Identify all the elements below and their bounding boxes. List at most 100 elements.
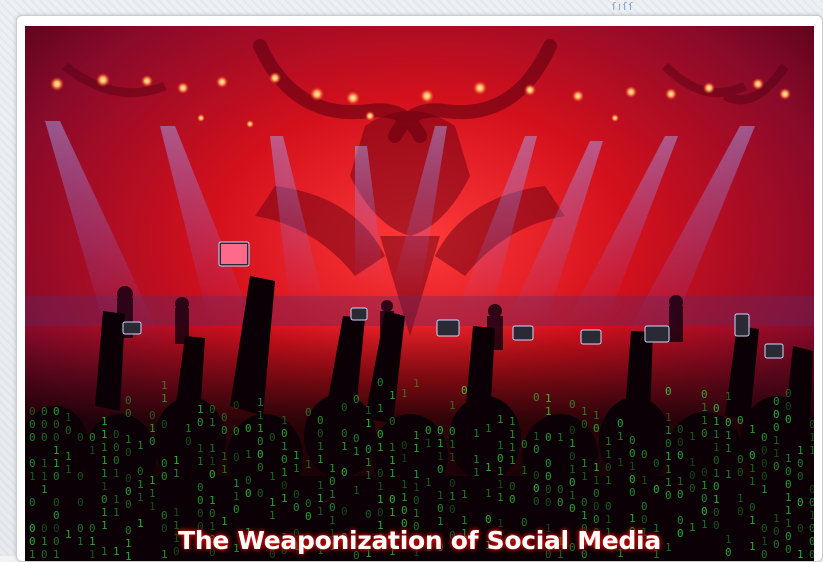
svg-text:0: 0 — [701, 492, 708, 505]
svg-text:0: 0 — [77, 470, 84, 483]
svg-text:1: 1 — [629, 512, 636, 525]
svg-text:1: 1 — [509, 428, 516, 441]
svg-text:1: 1 — [809, 444, 814, 457]
svg-text:0: 0 — [737, 453, 744, 466]
svg-text:1: 1 — [569, 463, 576, 476]
svg-text:0: 0 — [701, 466, 708, 479]
svg-text:0: 0 — [53, 470, 60, 483]
svg-text:0: 0 — [605, 500, 612, 513]
svg-text:0: 0 — [29, 496, 36, 509]
svg-text:1: 1 — [725, 468, 732, 481]
svg-text:1: 1 — [701, 401, 708, 414]
svg-text:0: 0 — [665, 437, 672, 450]
svg-text:1: 1 — [773, 447, 780, 460]
svg-text:0: 0 — [545, 470, 552, 483]
svg-text:0: 0 — [629, 486, 636, 499]
svg-text:1: 1 — [509, 441, 516, 454]
svg-text:0: 0 — [545, 483, 552, 496]
svg-text:1: 1 — [581, 470, 588, 483]
svg-text:1: 1 — [305, 458, 312, 471]
svg-text:1: 1 — [317, 492, 324, 505]
svg-text:1: 1 — [41, 483, 48, 496]
svg-text:1: 1 — [605, 448, 612, 461]
svg-text:0: 0 — [329, 475, 336, 488]
svg-text:1: 1 — [785, 452, 792, 465]
svg-text:1: 1 — [797, 444, 804, 457]
svg-text:0: 0 — [689, 482, 696, 495]
svg-text:0: 0 — [773, 421, 780, 434]
svg-text:0: 0 — [161, 470, 168, 483]
svg-text:0: 0 — [569, 424, 576, 437]
svg-text:1: 1 — [485, 422, 492, 435]
svg-text:0: 0 — [209, 507, 216, 520]
svg-text:0: 0 — [53, 405, 60, 418]
svg-text:0: 0 — [53, 418, 60, 431]
svg-text:1: 1 — [389, 441, 396, 454]
svg-text:0: 0 — [89, 431, 96, 444]
svg-text:1: 1 — [89, 444, 96, 457]
svg-text:0: 0 — [545, 431, 552, 444]
svg-text:1: 1 — [641, 474, 648, 487]
svg-text:0: 0 — [53, 496, 60, 509]
svg-text:0: 0 — [641, 513, 648, 526]
svg-text:0: 0 — [533, 469, 540, 482]
svg-text:1: 1 — [665, 424, 672, 437]
svg-text:0: 0 — [629, 473, 636, 486]
svg-text:0: 0 — [113, 441, 120, 454]
svg-text:0: 0 — [269, 431, 276, 444]
svg-text:0: 0 — [77, 431, 84, 444]
svg-text:1: 1 — [365, 417, 372, 430]
svg-text:1: 1 — [65, 411, 72, 424]
svg-text:0: 0 — [533, 482, 540, 495]
svg-text:1: 1 — [101, 506, 108, 519]
svg-text:1: 1 — [473, 427, 480, 440]
svg-text:0: 0 — [29, 431, 36, 444]
svg-text:1: 1 — [137, 478, 144, 491]
svg-text:1: 1 — [413, 442, 420, 455]
svg-text:0: 0 — [605, 461, 612, 474]
svg-text:0: 0 — [761, 457, 768, 470]
svg-text:0: 0 — [221, 411, 228, 424]
svg-text:0: 0 — [125, 394, 132, 407]
svg-text:0: 0 — [293, 488, 300, 501]
svg-text:1: 1 — [149, 422, 156, 435]
svg-text:0: 0 — [749, 449, 756, 462]
svg-text:1: 1 — [425, 476, 432, 489]
svg-text:1: 1 — [341, 440, 348, 453]
svg-text:1: 1 — [101, 415, 108, 428]
svg-text:1: 1 — [281, 414, 288, 427]
svg-text:0: 0 — [197, 494, 204, 507]
svg-text:1: 1 — [221, 450, 228, 463]
svg-text:0: 0 — [533, 391, 540, 404]
svg-text:0: 0 — [797, 496, 804, 509]
svg-text:1: 1 — [485, 461, 492, 474]
image-card: 0000100010001110100001100000110111000010… — [16, 15, 823, 562]
svg-text:1: 1 — [617, 430, 624, 443]
svg-text:0: 0 — [761, 444, 768, 457]
svg-text:1: 1 — [509, 454, 516, 467]
svg-text:0: 0 — [737, 466, 744, 479]
svg-text:1: 1 — [401, 387, 408, 400]
svg-text:1: 1 — [569, 437, 576, 450]
svg-text:1: 1 — [449, 490, 456, 503]
svg-text:1: 1 — [401, 478, 408, 491]
svg-text:1: 1 — [365, 469, 372, 482]
featured-image[interactable]: 0000100010001110100001100000110111000010… — [25, 26, 814, 561]
svg-text:0: 0 — [761, 470, 768, 483]
svg-text:0: 0 — [773, 395, 780, 408]
svg-text:0: 0 — [689, 469, 696, 482]
svg-text:1: 1 — [785, 504, 792, 517]
svg-text:0: 0 — [377, 467, 384, 480]
svg-text:1: 1 — [257, 409, 264, 422]
svg-text:1: 1 — [569, 489, 576, 502]
svg-text:1: 1 — [629, 460, 636, 473]
svg-text:0: 0 — [713, 402, 720, 415]
svg-text:0: 0 — [449, 477, 456, 490]
svg-text:0: 0 — [365, 508, 372, 521]
svg-text:1: 1 — [113, 467, 120, 480]
svg-text:1: 1 — [593, 474, 600, 487]
svg-text:1: 1 — [185, 422, 192, 435]
svg-text:0: 0 — [233, 399, 240, 412]
svg-text:0: 0 — [713, 454, 720, 467]
svg-text:0: 0 — [437, 502, 444, 515]
